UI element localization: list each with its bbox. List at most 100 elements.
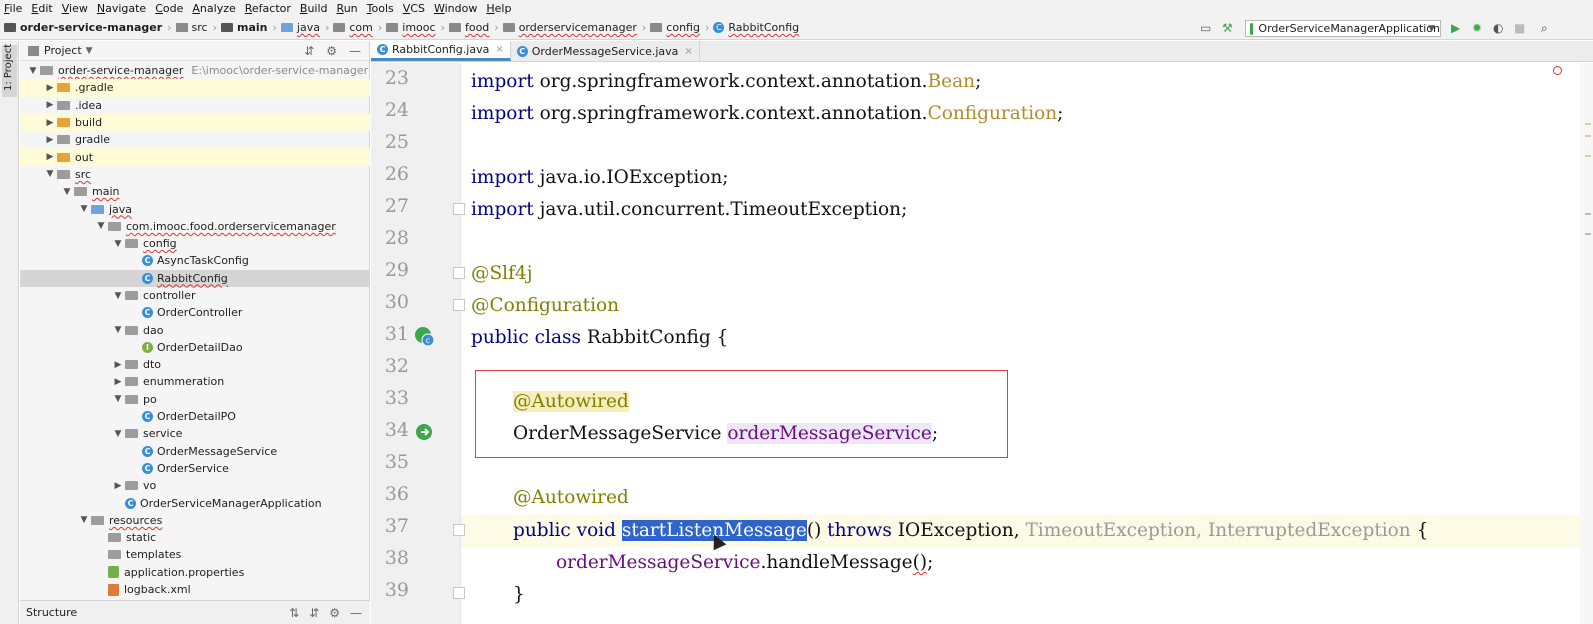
tree-item[interactable]: ▼ resources	[20, 512, 370, 529]
tree-item[interactable]: ▼ order-service-manager E:\imooc\order-ser…	[20, 62, 370, 79]
chevron-down-icon[interactable]: ▼	[111, 239, 125, 249]
sort-icon[interactable]: ⇅	[289, 606, 299, 620]
project-tool-tab[interactable]: 1: Project	[2, 44, 17, 97]
tree-item[interactable]: templates	[20, 546, 370, 563]
menu-view[interactable]: View	[62, 2, 88, 15]
structure-panel-bar[interactable]: Structure ⇅ ⇵ ⚙ —	[20, 600, 370, 624]
tab-rabbitconfig[interactable]: C RabbitConfig.java ×	[371, 41, 511, 61]
tree-item[interactable]: ▶ build	[20, 113, 370, 132]
run-configuration-select[interactable]: OrderServiceManagerApplication ▼	[1245, 20, 1441, 37]
chevron-down-icon[interactable]: ▼	[86, 46, 93, 56]
tree-item[interactable]: ▶ enummeration	[20, 373, 370, 390]
build-hammer-icon[interactable]: ⚒	[1222, 21, 1233, 35]
chevron-down-icon[interactable]: ▼	[111, 325, 125, 335]
tree-item[interactable]: ▶ out	[20, 148, 370, 166]
menu-file[interactable]: File	[4, 2, 22, 15]
marker[interactable]	[1585, 135, 1591, 137]
bean-class-gutter-icon[interactable]: c	[413, 325, 437, 349]
coverage-icon[interactable]: ◐	[1493, 21, 1503, 35]
fold-marker[interactable]	[453, 587, 465, 599]
chevron-right-icon[interactable]: ▶	[111, 481, 125, 491]
menu-vcs[interactable]: VCS	[403, 2, 425, 15]
tree-item[interactable]: C OrderServiceManagerApplication	[20, 494, 370, 511]
tree-item[interactable]: ▼ com.imooc.food.orderservicemanager	[20, 218, 370, 235]
fold-marker[interactable]	[453, 203, 465, 215]
chevron-down-icon[interactable]: ▼	[26, 66, 40, 76]
breadcrumb-rabbitconfig[interactable]: C RabbitConfig	[713, 21, 799, 34]
chevron-right-icon[interactable]: ▶	[111, 377, 125, 387]
menu-build[interactable]: Build	[300, 2, 328, 15]
tree-item[interactable]: C RabbitConfig	[20, 269, 370, 287]
tree-item[interactable]: ▼ dao	[20, 321, 370, 338]
menu-help[interactable]: Help	[486, 2, 511, 15]
chevron-right-icon[interactable]: ▶	[43, 83, 57, 93]
close-icon[interactable]: ×	[495, 44, 503, 55]
fold-marker[interactable]	[453, 267, 465, 279]
gear-icon[interactable]: ⚙	[329, 606, 340, 620]
breadcrumb-food[interactable]: food ›	[448, 21, 499, 34]
code-editor[interactable]: 23 24 25 26 27 28 29 30 31 32 33 34 35 3…	[371, 63, 1593, 624]
chevron-right-icon[interactable]: ▶	[43, 135, 57, 145]
error-indicator-icon[interactable]	[1553, 66, 1562, 75]
tree-item[interactable]: ▶ vo	[20, 477, 370, 494]
menu-run[interactable]: Run	[337, 2, 358, 15]
autowired-gutter-icon[interactable]	[413, 421, 437, 445]
menu-refactor[interactable]: Refactor	[245, 2, 291, 15]
chevron-down-icon[interactable]: ▼	[111, 394, 125, 404]
tree-item[interactable]: C OrderDetailPO	[20, 408, 370, 425]
stop-icon[interactable]: ■	[1514, 21, 1525, 35]
expand-icon[interactable]: ⇵	[309, 606, 319, 620]
menu-edit[interactable]: Edit	[31, 2, 52, 15]
tree-item[interactable]: C OrderMessageService	[20, 443, 370, 460]
fold-marker[interactable]	[453, 299, 465, 311]
gear-icon[interactable]: ⚙	[326, 44, 337, 58]
breadcrumb-com[interactable]: com ›	[333, 21, 382, 34]
breadcrumb-config[interactable]: config ›	[650, 21, 709, 34]
search-icon[interactable]: ⌕	[1541, 21, 1548, 36]
tree-item[interactable]: static	[20, 529, 370, 546]
tree-item[interactable]: ▶ dto	[20, 356, 370, 373]
chevron-down-icon[interactable]: ▼	[77, 515, 91, 525]
menu-navigate[interactable]: Navigate	[97, 2, 146, 15]
tree-item[interactable]: C AsyncTaskConfig	[20, 252, 370, 269]
debug-icon[interactable]: ✹	[1472, 21, 1482, 35]
menu-tools[interactable]: Tools	[367, 2, 394, 15]
breadcrumb-src[interactable]: src ›	[175, 21, 217, 34]
run-icon[interactable]: ▶	[1451, 21, 1460, 35]
tree-item[interactable]: ▼ service	[20, 425, 370, 442]
hide-panel-icon[interactable]: —	[350, 606, 362, 620]
breadcrumb-project[interactable]: order-service-manager ›	[4, 21, 172, 34]
fold-marker[interactable]	[453, 524, 465, 536]
chevron-right-icon[interactable]: ▶	[111, 360, 125, 370]
code-area[interactable]: import org.springframework.context.annot…	[471, 63, 1581, 624]
tree-item[interactable]: application.properties	[20, 564, 370, 581]
tree-item[interactable]: ▶ gradle	[20, 131, 370, 148]
menu-code[interactable]: Code	[155, 2, 183, 15]
chevron-right-icon[interactable]: ▶	[43, 152, 57, 162]
close-icon[interactable]: ×	[684, 46, 692, 57]
tree-item[interactable]: ▼ src	[20, 166, 370, 183]
chevron-down-icon[interactable]: ▼	[111, 291, 125, 301]
menu-analyze[interactable]: Analyze	[192, 2, 235, 15]
chevron-down-icon[interactable]: ▼	[77, 204, 91, 214]
tree-item[interactable]: ▼ java	[20, 200, 370, 217]
tree-item[interactable]: I OrderDetailDao	[20, 339, 370, 356]
chevron-right-icon[interactable]: ▶	[43, 100, 57, 110]
breadcrumb-imooc[interactable]: imooc ›	[386, 21, 445, 34]
tree-item[interactable]: ▶ .idea	[20, 97, 370, 114]
chevron-right-icon[interactable]: ▶	[43, 118, 57, 128]
chevron-down-icon[interactable]: ▼	[60, 187, 74, 197]
editor-scroll-markers[interactable]	[1580, 63, 1593, 624]
breadcrumb-main[interactable]: main ›	[221, 21, 277, 34]
marker[interactable]	[1585, 155, 1591, 157]
chevron-down-icon[interactable]: ▼	[94, 221, 108, 231]
tree-item[interactable]: ▼ main	[20, 183, 370, 200]
tree-item[interactable]: C OrderController	[20, 304, 370, 321]
collapse-all-icon[interactable]: ⇵	[304, 44, 314, 58]
tree-item[interactable]: C OrderService	[20, 460, 370, 477]
layout-icon[interactable]: ▭	[1200, 21, 1211, 35]
tree-item[interactable]: logback.xml	[20, 581, 370, 598]
breadcrumb-orderservicemanager[interactable]: orderservicemanager ›	[502, 21, 646, 34]
hide-panel-icon[interactable]: —	[349, 44, 361, 58]
marker[interactable]	[1585, 233, 1591, 235]
